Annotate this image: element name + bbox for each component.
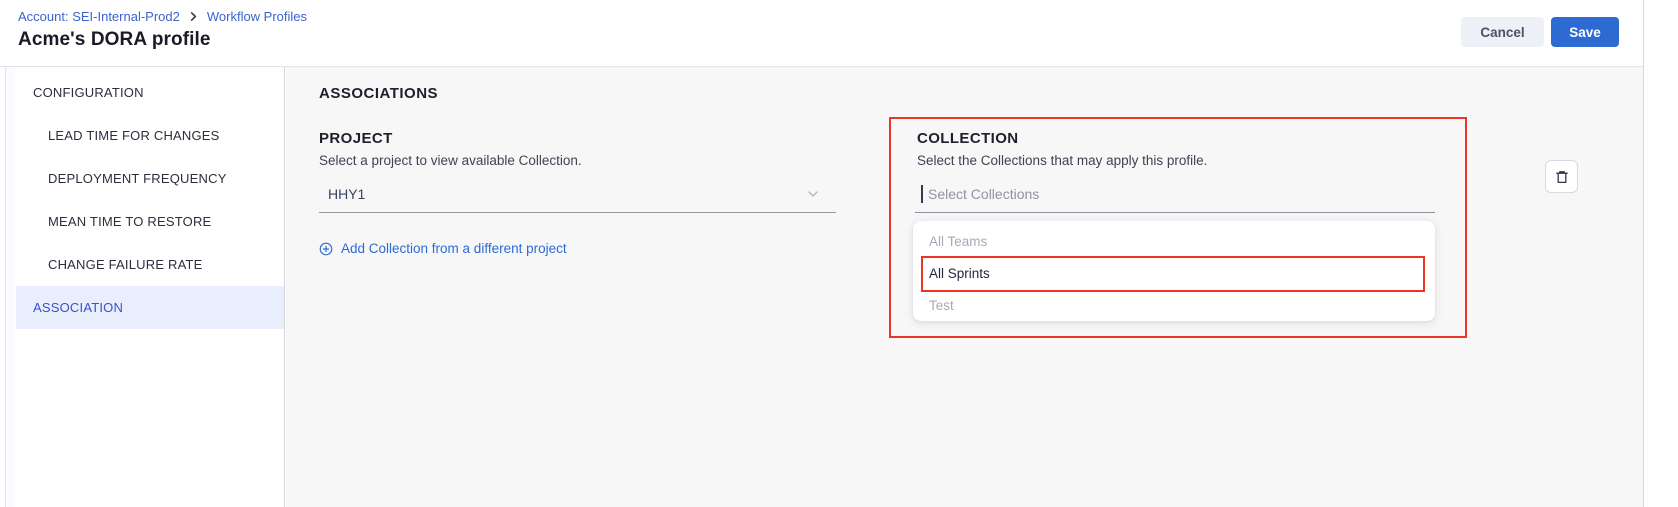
profile-sections-sidebar: CONFIGURATION LEAD TIME FOR CHANGES DEPL… <box>5 67 285 507</box>
breadcrumb-account-link[interactable]: Account: SEI-Internal-Prod2 <box>18 9 180 24</box>
page-header: Account: SEI-Internal-Prod2 Workflow Pro… <box>0 0 1643 67</box>
collections-input-placeholder: Select Collections <box>928 186 1039 202</box>
sidebar-item-association[interactable]: ASSOCIATION <box>16 286 284 329</box>
project-select-value: HHY1 <box>328 186 365 202</box>
project-column-title: PROJECT <box>319 130 393 147</box>
chevron-right-icon <box>189 12 198 21</box>
add-collection-link-label: Add Collection from a different project <box>341 241 567 256</box>
sidebar-item-change-failure-rate[interactable]: CHANGE FAILURE RATE <box>16 243 284 286</box>
sidebar-item-mean-time-to-restore[interactable]: MEAN TIME TO RESTORE <box>16 200 284 243</box>
app-window: Account: SEI-Internal-Prod2 Workflow Pro… <box>0 0 1678 507</box>
dropdown-option-test[interactable]: Test <box>913 289 1435 321</box>
dropdown-option-all-teams[interactable]: All Teams <box>913 225 1435 257</box>
plus-circle-icon <box>319 242 333 256</box>
page-title: Acme's DORA profile <box>18 29 211 51</box>
collection-column-description: Select the Collections that may apply th… <box>917 153 1207 168</box>
app-right-edge-divider <box>1643 0 1644 507</box>
cancel-button[interactable]: Cancel <box>1461 17 1544 47</box>
collections-search-input[interactable]: Select Collections <box>915 175 1435 213</box>
breadcrumb: Account: SEI-Internal-Prod2 Workflow Pro… <box>18 9 307 24</box>
breadcrumb-workflow-profiles-link[interactable]: Workflow Profiles <box>207 9 307 24</box>
save-button[interactable]: Save <box>1551 17 1619 47</box>
text-cursor <box>921 185 923 203</box>
chevron-down-icon <box>806 187 820 204</box>
sidebar-item-configuration[interactable]: CONFIGURATION <box>16 71 284 114</box>
sidebar-item-deployment-frequency[interactable]: DEPLOYMENT FREQUENCY <box>16 157 284 200</box>
add-collection-link[interactable]: Add Collection from a different project <box>319 240 567 257</box>
dropdown-option-all-sprints[interactable]: All Sprints <box>913 257 1435 289</box>
sidebar-left-gutter <box>6 67 15 507</box>
delete-association-button[interactable] <box>1545 160 1578 193</box>
collections-dropdown: All Teams All Sprints Test <box>913 221 1435 321</box>
collection-column-title: COLLECTION <box>917 130 1019 147</box>
trash-icon <box>1554 169 1570 185</box>
sidebar-item-lead-time-for-changes[interactable]: LEAD TIME FOR CHANGES <box>16 114 284 157</box>
project-column-description: Select a project to view available Colle… <box>319 153 582 168</box>
project-select[interactable]: HHY1 <box>319 175 836 213</box>
associations-section-title: ASSOCIATIONS <box>319 85 438 102</box>
associations-panel: ASSOCIATIONS PROJECT Select a project to… <box>286 67 1643 507</box>
